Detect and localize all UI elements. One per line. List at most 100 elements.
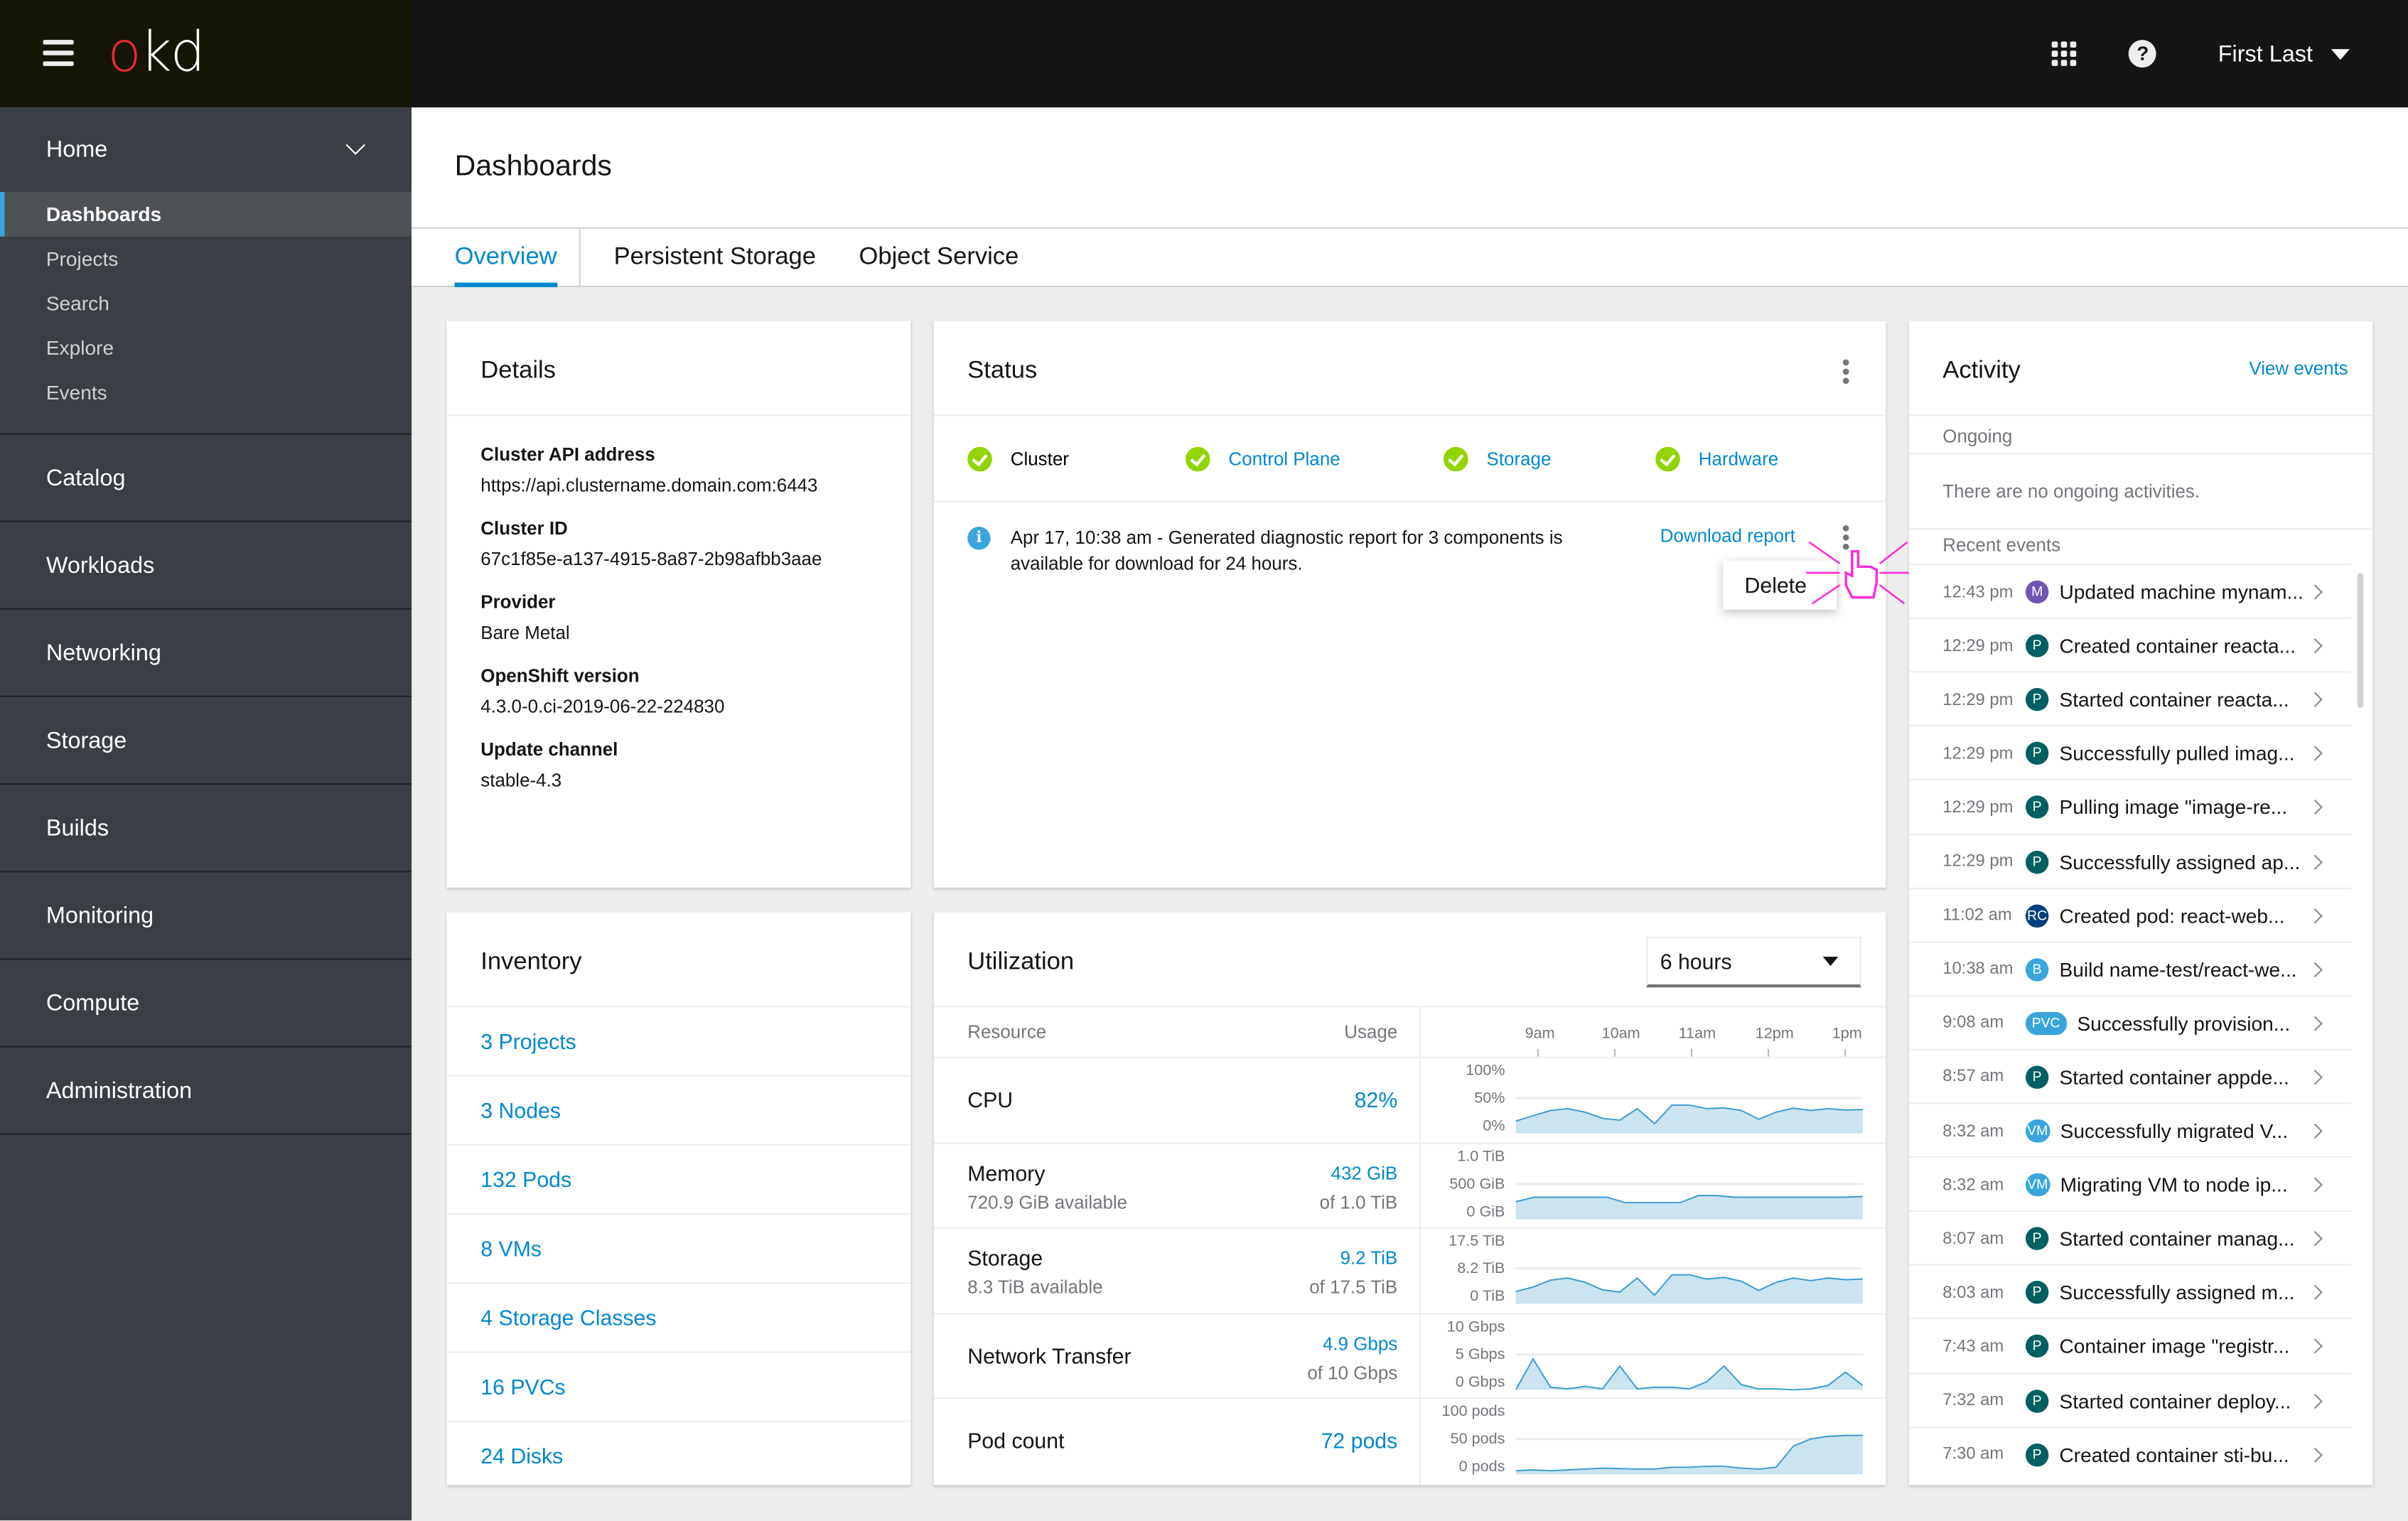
sparkline-chart[interactable] <box>1515 1326 1863 1391</box>
detail-label: OpenShift version <box>480 665 640 687</box>
sidebar-item-workloads[interactable]: Workloads <box>0 522 412 610</box>
chevron-right-icon[interactable] <box>2307 584 2323 600</box>
resource-usage-value[interactable]: 72 pods <box>1321 1429 1398 1453</box>
chevron-right-icon[interactable] <box>2307 1069 2323 1085</box>
y-tick-label: 0 GiB <box>1466 1203 1505 1220</box>
event-row[interactable]: 12:29 pm P Successfully pulled imag... <box>1908 725 2352 780</box>
chevron-right-icon[interactable] <box>2307 1123 2323 1139</box>
okd-logo[interactable]: okd <box>107 21 205 85</box>
event-row[interactable]: 8:07 am P Started container manag... <box>1908 1210 2352 1266</box>
resource-capacity: of 1.0 TiB <box>1319 1191 1398 1213</box>
status-hardware[interactable]: Hardware <box>1655 446 1778 472</box>
resource-name: Network Transfer <box>967 1343 1132 1368</box>
chevron-right-icon[interactable] <box>2307 1285 2323 1301</box>
sparkline-chart[interactable] <box>1515 1070 1863 1135</box>
time-range-dropdown[interactable]: 6 hours <box>1646 937 1861 988</box>
chevron-right-icon[interactable] <box>2307 962 2323 977</box>
sparkline-chart[interactable] <box>1515 1412 1863 1477</box>
hamburger-menu-icon[interactable] <box>43 40 74 68</box>
detail-value: stable-4.3 <box>480 769 562 791</box>
status-storage[interactable]: Storage <box>1444 446 1655 472</box>
inventory-nodes-link[interactable]: 3 Nodes <box>446 1075 911 1144</box>
resource-usage-value[interactable]: 82% <box>1355 1087 1398 1112</box>
event-resource-badge: RC <box>2025 903 2049 928</box>
app-launcher-icon[interactable] <box>2052 41 2077 66</box>
sidebar-item-networking[interactable]: Networking <box>0 610 412 697</box>
download-report-link[interactable]: Download report <box>1660 525 1795 547</box>
resource-usage-value[interactable]: 432 GiB <box>1331 1162 1398 1183</box>
status-kebab-icon[interactable] <box>1842 359 1849 387</box>
status-control-plane[interactable]: Control Plane <box>1186 446 1444 472</box>
chevron-right-icon[interactable] <box>2307 854 2323 869</box>
event-time: 12:43 pm <box>1942 582 2014 601</box>
check-circle-icon <box>1655 446 1680 472</box>
sidebar-item-search[interactable]: Search <box>0 281 412 326</box>
chevron-right-icon[interactable] <box>2307 692 2323 708</box>
tab-object-service[interactable]: Object Service <box>837 229 1040 286</box>
sidebar-item-explore[interactable]: Explore <box>0 326 412 370</box>
event-row[interactable]: 8:32 am VM Successfully migrated V... <box>1908 1102 2352 1158</box>
chevron-right-icon[interactable] <box>2307 638 2323 654</box>
event-message: Successfully provision... <box>2077 1011 2291 1035</box>
resource-usage-value[interactable]: 9.2 TiB <box>1340 1247 1398 1269</box>
inventory-card: Inventory 3 Projects 3 Nodes 132 Pods 8 … <box>446 912 911 1485</box>
chevron-right-icon[interactable] <box>2307 908 2323 923</box>
nav-home-toggle[interactable]: Home <box>0 107 412 192</box>
inventory-disks-link[interactable]: 24 Disks <box>446 1420 911 1490</box>
chevron-right-icon[interactable] <box>2307 1015 2323 1031</box>
sidebar-item-storage[interactable]: Storage <box>0 697 412 785</box>
chevron-right-icon[interactable] <box>2307 746 2323 762</box>
inventory-pvcs-link[interactable]: 16 PVCs <box>446 1351 911 1420</box>
tab-overview[interactable]: Overview <box>454 228 581 288</box>
chevron-right-icon[interactable] <box>2307 1231 2323 1247</box>
event-row[interactable]: 8:32 am VM Migrating VM to node ip... <box>1908 1156 2352 1212</box>
sparkline-chart[interactable] <box>1515 1156 1863 1220</box>
sidebar-item-monitoring[interactable]: Monitoring <box>0 872 412 960</box>
view-events-link[interactable]: View events <box>2249 358 2348 379</box>
event-row[interactable]: 8:57 am P Started container appde... <box>1908 1048 2352 1105</box>
events-scrollbar[interactable] <box>2357 572 2364 709</box>
sidebar-item-catalog[interactable]: Catalog <box>0 434 412 522</box>
resource-usage-value[interactable]: 4.9 Gbps <box>1323 1333 1397 1354</box>
inventory-pods-link[interactable]: 132 Pods <box>446 1144 911 1213</box>
user-menu[interactable]: First Last <box>2218 41 2313 67</box>
event-row[interactable]: 12:43 pm M Updated machine mynam... <box>1908 563 2352 619</box>
event-message: Created container sti-bu... <box>2059 1443 2289 1466</box>
event-row[interactable]: 8:03 am P Successfully assigned m... <box>1908 1264 2352 1320</box>
sidebar-item-builds[interactable]: Builds <box>0 785 412 873</box>
event-resource-badge: P <box>2025 1281 2049 1305</box>
details-title: Details <box>480 358 556 385</box>
chevron-right-icon[interactable] <box>2307 1392 2323 1409</box>
event-message: Created container reacta... <box>2059 634 2296 657</box>
event-row[interactable]: 12:29 pm P Pulling image "image-re... <box>1908 779 2352 834</box>
inventory-projects-link[interactable]: 3 Projects <box>446 1006 911 1075</box>
inventory-vms-link[interactable]: 8 VMs <box>446 1213 911 1282</box>
inventory-storage-classes-link[interactable]: 4 Storage Classes <box>446 1282 911 1351</box>
user-menu-caret-icon[interactable] <box>2331 48 2350 60</box>
sidebar-item-projects[interactable]: Projects <box>0 237 412 281</box>
event-row[interactable]: 12:29 pm P Started container reacta... <box>1908 671 2352 727</box>
event-row[interactable]: 10:38 am B Build name-test/react-we... <box>1908 940 2352 996</box>
tab-persistent-storage[interactable]: Persistent Storage <box>580 229 837 286</box>
sidebar-item-dashboards[interactable]: Dashboards <box>0 192 412 237</box>
chevron-right-icon[interactable] <box>2307 1339 2323 1355</box>
event-message: Started container reacta... <box>2059 688 2289 711</box>
resource-capacity: of 10 Gbps <box>1307 1362 1398 1384</box>
sidebar-item-administration[interactable]: Administration <box>0 1048 412 1135</box>
sidebar-item-compute[interactable]: Compute <box>0 960 412 1048</box>
event-row[interactable]: 7:43 am P Container image "registr... <box>1908 1318 2352 1374</box>
event-row[interactable]: 11:02 am RC Created pod: react-web... <box>1908 887 2352 942</box>
help-icon[interactable]: ? <box>2129 40 2157 68</box>
event-row[interactable]: 12:29 pm P Successfully assigned ap... <box>1908 833 2352 888</box>
event-row[interactable]: 7:32 am P Started container deploy... <box>1908 1372 2352 1428</box>
event-time: 7:43 am <box>1942 1337 2004 1356</box>
event-row[interactable]: 12:29 pm P Created container reacta... <box>1908 617 2352 673</box>
event-row[interactable]: 9:08 am PVC Successfully provision... <box>1908 994 2352 1050</box>
chevron-right-icon[interactable] <box>2307 800 2323 815</box>
chevron-right-icon[interactable] <box>2307 1177 2323 1193</box>
sidebar-item-events[interactable]: Events <box>0 370 412 415</box>
event-row[interactable]: 7:30 am P Created container sti-bu... <box>1908 1426 2352 1481</box>
chevron-right-icon[interactable] <box>2307 1446 2323 1463</box>
sparkline-chart[interactable] <box>1515 1241 1863 1306</box>
y-tick-label: 50% <box>1474 1090 1505 1107</box>
